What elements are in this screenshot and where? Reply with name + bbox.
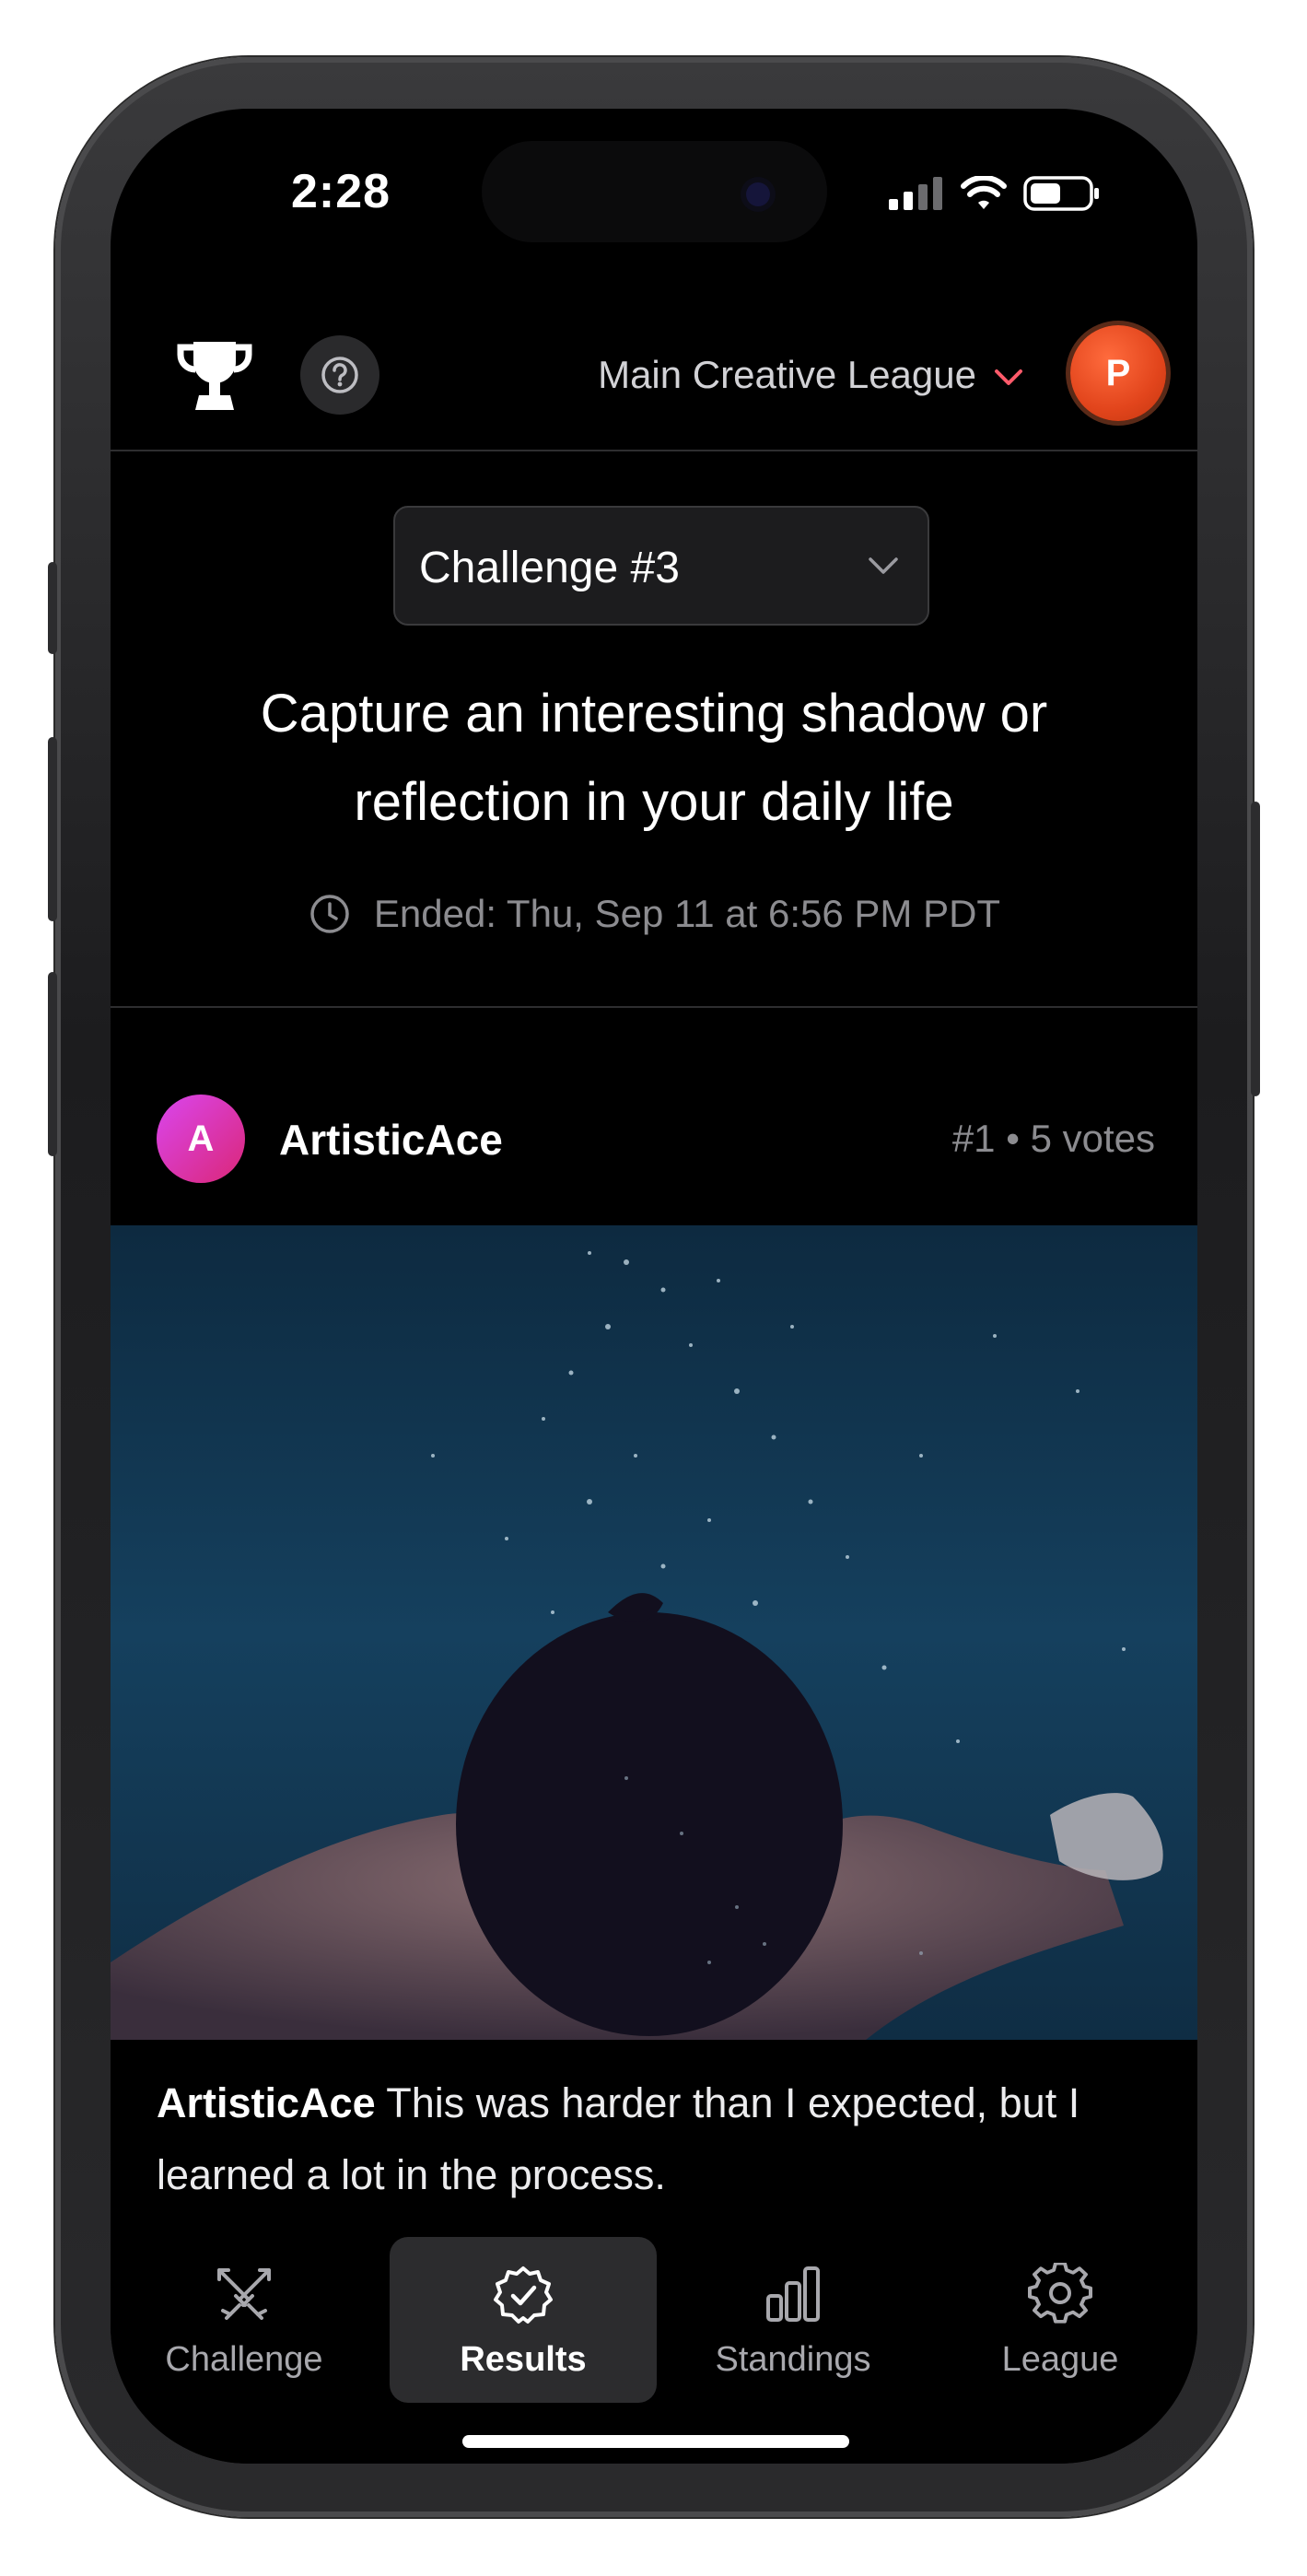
gear-icon xyxy=(1028,2263,1092,2324)
volume-down-button xyxy=(48,972,57,1156)
challenge-ended-text: Ended: Thu, Sep 11 at 6:56 PM PDT xyxy=(373,892,1001,935)
tab-bar: Challenge Results Standings League xyxy=(111,2219,1197,2464)
tab-label: Results xyxy=(460,2340,587,2379)
header-divider xyxy=(111,450,1197,451)
section-divider xyxy=(111,1006,1197,1008)
help-button[interactable] xyxy=(300,335,379,415)
home-indicator[interactable] xyxy=(462,2435,849,2448)
status-time: 2:28 xyxy=(290,165,391,218)
tab-standings[interactable]: Standings xyxy=(659,2237,927,2403)
chevron-down-icon xyxy=(869,557,898,574)
challenge-select-value: Challenge #3 xyxy=(419,544,680,592)
clock-icon xyxy=(310,895,349,933)
caption-author[interactable]: ArtisticAce xyxy=(157,2079,376,2126)
tab-label: Standings xyxy=(715,2340,871,2379)
user-avatar[interactable]: P xyxy=(1070,325,1166,421)
tab-label: League xyxy=(1001,2340,1119,2379)
help-icon xyxy=(321,357,358,393)
check-badge-icon xyxy=(494,2266,553,2324)
volume-up-button xyxy=(48,737,57,921)
challenge-select[interactable]: Challenge #3 xyxy=(393,506,929,626)
chevron-down-icon[interactable] xyxy=(993,368,1024,388)
swords-icon xyxy=(217,2268,271,2320)
post-caption: ArtisticAce This was harder than I expec… xyxy=(157,2067,1170,2211)
tab-results[interactable]: Results xyxy=(390,2237,657,2403)
author-name[interactable]: ArtisticAce xyxy=(279,1115,503,1165)
action-button xyxy=(48,562,57,654)
rank-votes: #1 • 5 votes xyxy=(951,1117,1155,1160)
tab-challenge[interactable]: Challenge xyxy=(111,2237,378,2403)
trophy-icon[interactable] xyxy=(173,334,256,417)
submission-photo[interactable] xyxy=(111,1225,1197,2040)
app-screen: 2:28 Main Creative League P Challenge #3… xyxy=(111,109,1197,2464)
league-selector-label[interactable]: Main Creative League xyxy=(580,353,976,397)
app-header: Main Creative League P xyxy=(111,298,1197,463)
tab-league[interactable]: League xyxy=(927,2237,1194,2403)
cellular-signal-icon xyxy=(889,177,942,210)
post-header: A ArtisticAce #1 • 5 votes xyxy=(111,1087,1197,1188)
bar-chart-icon xyxy=(766,2266,820,2322)
challenge-ended-row: Ended: Thu, Sep 11 at 6:56 PM PDT xyxy=(111,892,1197,936)
tab-label: Challenge xyxy=(165,2340,323,2379)
battery-icon xyxy=(1023,176,1099,211)
power-button xyxy=(1251,802,1260,1096)
user-avatar-initial: P xyxy=(1105,352,1131,393)
wifi-icon xyxy=(961,176,1007,209)
challenge-prompt: Capture an interesting shadow or reflect… xyxy=(260,684,1048,832)
author-avatar[interactable]: A xyxy=(157,1095,245,1183)
author-avatar-initial: A xyxy=(187,1118,215,1159)
front-camera xyxy=(746,182,770,206)
dynamic-island xyxy=(482,141,827,242)
status-icons xyxy=(889,175,1101,212)
